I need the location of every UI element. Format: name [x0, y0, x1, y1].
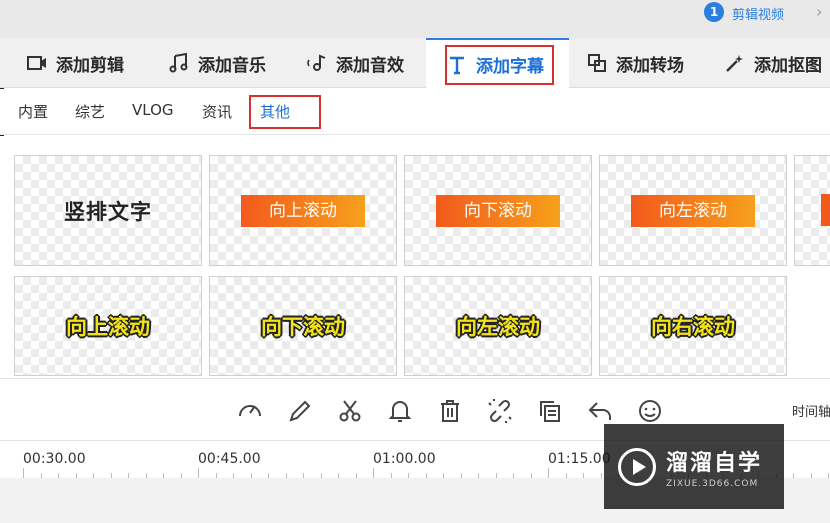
subtitle-template-grid: 竖排文字 向上滚动 向下滚动 向左滚动 向上滚动 向下滚动 向左滚动 向右滚动	[0, 136, 830, 378]
template-label: 向下滚动	[261, 315, 345, 339]
category-tabs: 内置 综艺 VLOG 资讯 其他	[0, 89, 830, 135]
step-number-badge: 1	[704, 2, 724, 22]
play-logo-icon	[618, 447, 656, 486]
video-editor-page: 1 剪辑视频 › 添加剪辑 添加音乐 添加音效 添加字幕 添加转场 添加抠图 内…	[0, 0, 830, 523]
template-label: 向右滚动	[651, 315, 735, 339]
watermark-subtitle: ZIXUE.3D66.COM	[666, 478, 759, 489]
bell-icon[interactable]	[386, 397, 414, 425]
watermark-text: 溜溜自学 ZIXUE.3D66.COM	[666, 445, 762, 489]
ruler-tick	[23, 468, 24, 478]
subtab-builtin[interactable]: 内置	[18, 101, 48, 122]
template-card[interactable]: 向左滚动	[404, 276, 592, 376]
template-label: 向下滚动	[436, 194, 560, 227]
tab-label: 添加抠图	[754, 55, 822, 76]
highlight-box	[249, 95, 321, 129]
template-card[interactable]: 向上滚动	[14, 276, 202, 376]
template-card[interactable]: 竖排文字	[14, 155, 202, 266]
tab-label: 添加剪辑	[56, 55, 124, 76]
undo-icon[interactable]	[586, 397, 614, 425]
unlink-icon[interactable]	[486, 397, 514, 425]
watermark: 溜溜自学 ZIXUE.3D66.COM	[604, 424, 784, 509]
highlight-box	[445, 45, 554, 85]
template-label: 向上滚动	[66, 315, 150, 339]
tab-label: 添加音效	[336, 55, 404, 76]
tab-add-clip[interactable]: 添加剪辑	[26, 38, 124, 88]
timeline-label[interactable]: 时间轴	[792, 401, 830, 420]
music-note-icon	[169, 52, 188, 73]
chevron-right-icon[interactable]: ›	[816, 2, 822, 21]
step-bar: 1 剪辑视频 ›	[0, 0, 830, 38]
template-label: 向上滚动	[241, 194, 365, 227]
template-label: 向左滚动	[456, 315, 540, 339]
scissors-icon[interactable]	[336, 397, 364, 425]
ruler-tick	[548, 468, 549, 478]
template-card[interactable]: 向下滚动	[404, 155, 592, 266]
video-camera-icon	[27, 56, 46, 70]
template-label: 向左滚动	[631, 194, 755, 227]
pencil-icon[interactable]	[286, 397, 314, 425]
template-preview	[821, 194, 830, 226]
step-label[interactable]: 剪辑视频	[732, 4, 784, 23]
copy-icon[interactable]	[536, 397, 564, 425]
tab-add-transition[interactable]: 添加转场	[586, 38, 684, 88]
tab-bar: 添加剪辑 添加音乐 添加音效 添加字幕 添加转场 添加抠图	[0, 38, 830, 89]
template-label: 竖排文字	[64, 199, 152, 224]
sound-effect-icon	[307, 54, 326, 71]
tab-add-music[interactable]: 添加音乐	[168, 38, 266, 88]
speed-gauge-icon[interactable]	[236, 397, 264, 425]
template-card[interactable]: 向下滚动	[209, 276, 397, 376]
tab-label: 添加音乐	[198, 55, 266, 76]
subtab-variety[interactable]: 综艺	[75, 101, 105, 122]
emoji-icon[interactable]	[636, 397, 664, 425]
watermark-title: 溜溜自学	[666, 450, 763, 476]
template-card[interactable]: 向右滚动	[599, 276, 787, 376]
subtab-vlog[interactable]: VLOG	[132, 101, 174, 119]
ruler-time-label: 00:30.00	[23, 451, 86, 467]
ruler-tick	[198, 468, 199, 478]
template-card-partial[interactable]	[794, 155, 830, 266]
tab-label: 添加转场	[616, 55, 684, 76]
tab-add-cutout[interactable]: 添加抠图	[724, 38, 822, 88]
subtab-news[interactable]: 资讯	[202, 101, 232, 122]
trash-icon[interactable]	[436, 397, 464, 425]
tab-add-sound-effect[interactable]: 添加音效	[306, 38, 404, 88]
transition-icon	[588, 54, 606, 72]
ruler-tick	[373, 468, 374, 478]
ruler-time-label: 01:15.00	[548, 451, 611, 467]
ruler-time-label: 01:00.00	[373, 451, 436, 467]
ruler-time-label: 00:45.00	[198, 451, 261, 467]
magic-wand-icon	[726, 55, 743, 72]
template-card[interactable]: 向上滚动	[209, 155, 397, 266]
template-card[interactable]: 向左滚动	[599, 155, 787, 266]
